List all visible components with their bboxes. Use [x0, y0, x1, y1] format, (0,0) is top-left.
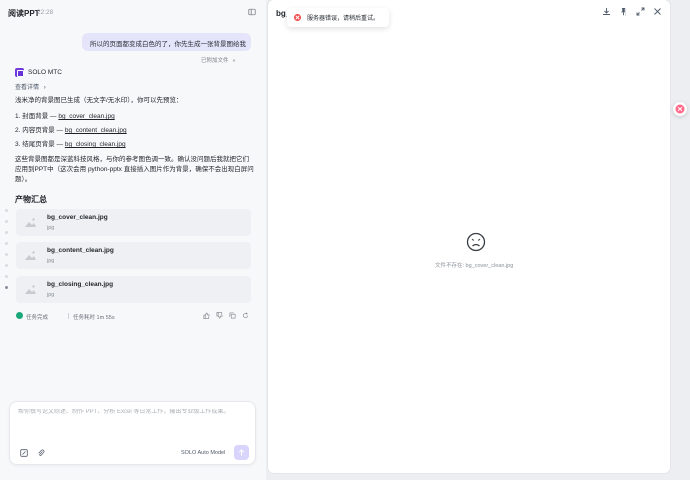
refresh-icon[interactable] — [242, 312, 249, 319]
timeline-dot[interactable] — [5, 209, 8, 212]
agent-logo-icon — [15, 67, 24, 77]
file-link[interactable]: bg_closing_clean.jpg — [65, 141, 126, 148]
task-elapsed: 任务耗时 1m 55s — [73, 315, 115, 321]
file-list-item-1: 1. 封面背景 — bg_cover_clean.jpg — [15, 112, 255, 122]
file-list-item-3: 3. 结尾页背景 — bg_closing_clean.jpg — [15, 140, 255, 150]
list-number: 3. — [15, 141, 21, 148]
task-done-label: 任务完成 — [26, 315, 49, 321]
download-icon[interactable] — [602, 7, 611, 16]
list-label: 封面背景 — — [22, 113, 59, 120]
send-button[interactable] — [234, 445, 249, 460]
list-label: 内容页背景 — — [22, 127, 65, 134]
floating-assistant-button[interactable] — [673, 102, 687, 116]
file-type: jpg — [47, 292, 55, 298]
file-type: jpg — [47, 258, 55, 264]
file-name: bg_content_clean.jpg — [47, 247, 114, 254]
expand-icon[interactable] — [636, 7, 645, 16]
agent-name: SOLO MTC — [28, 68, 62, 76]
model-selector[interactable]: SOLO Auto Model — [181, 450, 225, 456]
file-name: bg_cover_clean.jpg — [47, 214, 108, 221]
check-circle-icon — [16, 312, 23, 319]
message-input[interactable] — [18, 409, 248, 415]
chevron-right-icon: › — [43, 85, 46, 91]
timeline-dot[interactable] — [5, 253, 8, 256]
task-status: 任务完成 任务耗时 1m 55s — [16, 312, 251, 321]
preview-panel: bg_ 服务器错误，请稍后重试。 文件不存在: bg_cover_clean.j… — [268, 0, 670, 473]
sad-face-icon — [466, 232, 486, 252]
header-time: 22:28 — [37, 9, 54, 16]
list-number: 1. — [15, 113, 21, 120]
chat-panel: 阅读PPT 22:28 所以的页面都变成白色的了，你先生成一张背景图给我 已附加… — [0, 0, 266, 480]
image-icon — [25, 218, 36, 227]
agent-intro-text: 浅米净的背景图已生成（无文字/无水印），你可以先预览： — [15, 97, 183, 104]
chat-header: 阅读PPT 22:28 — [0, 0, 266, 24]
list-label: 结尾页背景 — — [22, 141, 65, 148]
message-actions — [203, 312, 249, 319]
thumbs-down-icon[interactable] — [216, 312, 223, 319]
list-number: 2. — [15, 127, 21, 134]
thumbs-up-icon[interactable] — [203, 312, 210, 319]
attachment-note-label: 已附加文件 — [201, 58, 229, 64]
divider — [68, 313, 69, 319]
timeline-dot[interactable] — [5, 264, 8, 267]
app-title: 阅读PPT — [8, 9, 40, 18]
artifacts-title: 产物汇总 — [15, 195, 47, 204]
message-composer: SOLO Auto Model — [9, 401, 256, 465]
scroll-timeline[interactable] — [5, 209, 9, 297]
timeline-dot[interactable] — [5, 220, 8, 223]
toolbar-divider — [625, 8, 626, 16]
preview-toolbar — [602, 7, 662, 16]
timeline-dot[interactable] — [5, 275, 8, 278]
toast-message: 服务器错误，请稍后重试。 — [307, 16, 380, 22]
image-icon — [25, 285, 36, 294]
timeline-dot[interactable] — [5, 242, 8, 245]
file-list-item-2: 2. 内容页背景 — bg_content_clean.jpg — [15, 126, 255, 136]
collapse-panel-icon[interactable] — [248, 8, 256, 16]
view-details-label: 查看详情 — [15, 85, 40, 91]
assistant-icon — [675, 104, 685, 114]
file-card[interactable]: bg_content_clean.jpg jpg — [16, 242, 251, 269]
edit-icon[interactable] — [20, 449, 28, 457]
image-icon — [25, 251, 36, 260]
agent-header: SOLO MTC — [15, 67, 62, 77]
pin-icon[interactable] — [619, 7, 628, 16]
timeline-dot-active[interactable] — [5, 286, 8, 289]
file-type: jpg — [47, 225, 55, 231]
copy-icon[interactable] — [229, 312, 236, 319]
attachment-chevron-icon: » — [232, 58, 236, 64]
file-link[interactable]: bg_cover_clean.jpg — [58, 113, 114, 120]
paperclip-icon[interactable] — [37, 449, 45, 457]
agent-outro-text: 这些背景图都是深蓝科技风格，与你的参考图色调一致。确认没问题后我就把它们应用到P… — [15, 156, 254, 183]
view-details-link[interactable]: 查看详情 › — [15, 82, 46, 91]
composer-tools — [20, 449, 45, 457]
file-name: bg_closing_clean.jpg — [47, 281, 114, 288]
error-icon — [294, 14, 301, 21]
attachment-note[interactable]: 已附加文件» — [201, 56, 236, 64]
error-toast: 服务器错误，请稍后重试。 — [287, 8, 389, 27]
arrow-up-icon — [238, 449, 245, 456]
file-card[interactable]: bg_closing_clean.jpg jpg — [16, 276, 251, 303]
file-card[interactable]: bg_cover_clean.jpg jpg — [16, 209, 251, 236]
close-icon[interactable] — [653, 7, 662, 16]
timeline-dot[interactable] — [5, 231, 8, 234]
file-link[interactable]: bg_content_clean.jpg — [65, 127, 127, 134]
file-missing-message: 文件不存在: bg_cover_clean.jpg — [435, 263, 514, 269]
user-message: 所以的页面都变成白色的了，你先生成一张背景图给我 — [82, 33, 251, 51]
